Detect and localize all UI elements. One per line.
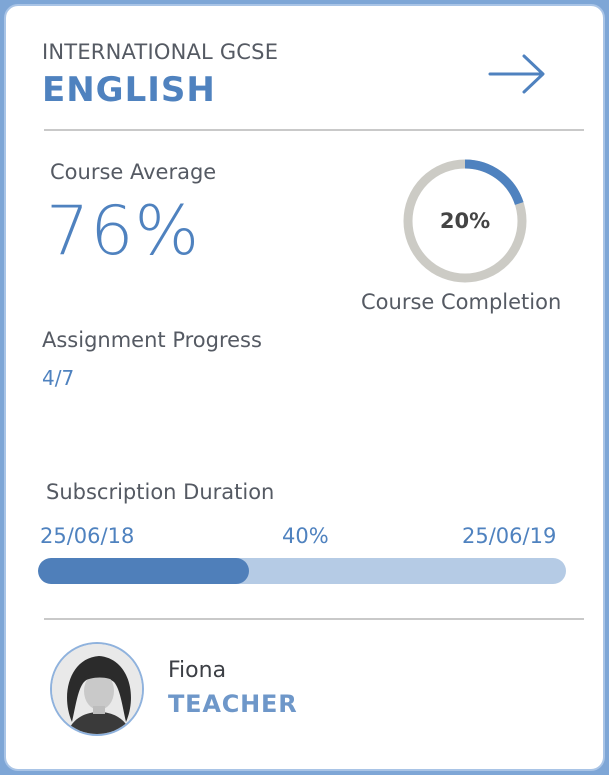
course-subtitle: INTERNATIONAL GCSE xyxy=(42,40,279,64)
course-card[interactable]: INTERNATIONAL GCSE ENGLISH Course Averag… xyxy=(4,4,605,771)
course-title: ENGLISH xyxy=(42,70,216,110)
assignment-progress-label: Assignment Progress xyxy=(42,328,262,352)
teacher-role: TEACHER xyxy=(168,690,298,718)
teacher-avatar[interactable] xyxy=(50,642,144,736)
assignment-progress-value: 4/7 xyxy=(42,366,75,390)
subscription-progress-fill xyxy=(38,558,250,584)
course-completion-donut: 20% xyxy=(400,156,530,286)
teacher-name: Fiona xyxy=(168,658,227,683)
subscription-end-date: 25/06/19 xyxy=(462,524,557,548)
header-divider xyxy=(44,129,584,131)
course-completion-label: Course Completion xyxy=(361,290,562,314)
footer-divider xyxy=(44,618,584,620)
subscription-progress-bar xyxy=(38,558,566,584)
subscription-percent: 40% xyxy=(282,524,329,548)
course-completion-value: 20% xyxy=(439,209,491,233)
arrow-right-icon[interactable] xyxy=(486,50,548,98)
course-average-value: 76% xyxy=(46,192,201,271)
subscription-start-date: 25/06/18 xyxy=(40,524,135,548)
subscription-duration-label: Subscription Duration xyxy=(46,480,275,504)
course-average-label: Course Average xyxy=(50,160,217,184)
teacher-photo-icon xyxy=(52,644,142,734)
